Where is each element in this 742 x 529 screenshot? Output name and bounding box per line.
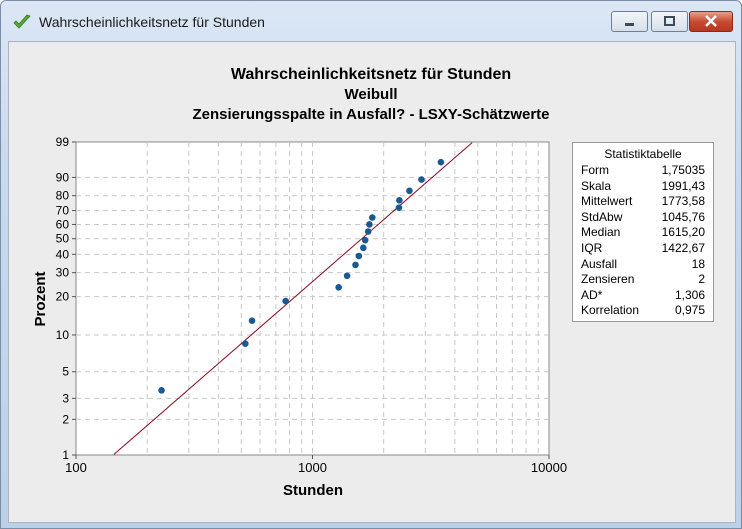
stat-label: Form [581, 163, 609, 177]
stat-value: 1422,67 [661, 240, 705, 255]
data-point [396, 197, 403, 204]
y-tick-label: 2 [62, 412, 69, 426]
graph-pane: Wahrscheinlichkeitsnetz für Stunden Weib… [8, 41, 736, 523]
x-tick-label: 10000 [531, 460, 567, 475]
data-point [282, 297, 289, 305]
y-tick-label: 99 [56, 135, 70, 149]
stat-label: Zensieren [581, 272, 635, 287]
application-window: Wahrscheinlichkeitsnetz für Stunden Wahr… [0, 0, 742, 529]
checkmark-icon [13, 14, 31, 29]
stat-label: Mittelwert [581, 194, 633, 209]
data-point [364, 228, 372, 235]
x-tick-label: 1000 [298, 460, 327, 475]
y-tick-label: 80 [56, 189, 70, 203]
stat-value: 1045,76 [661, 209, 705, 224]
stat-row: Skala 1991,43 [573, 179, 713, 195]
y-tick-label: 1 [62, 448, 69, 462]
data-point [418, 176, 425, 183]
x-axis-ticks: 100 1000 10000 [65, 455, 567, 475]
stat-value: 1,75035 [661, 163, 705, 177]
y-tick-label: 90 [56, 170, 70, 184]
stat-value: 18 [691, 256, 705, 271]
chart-subtitle: Weibull [344, 86, 397, 103]
stat-label: Median [581, 225, 621, 240]
data-point [437, 158, 445, 166]
y-tick-label: 20 [56, 290, 70, 304]
y-tick-label: 30 [56, 266, 70, 280]
statistics-rows: Form 1,75035 Skala 1991,43 Mittelwert 1773,58… [573, 163, 713, 319]
data-point [406, 187, 413, 195]
stat-value: 1,306 [674, 287, 705, 302]
stat-row: Ausfall 18 [573, 257, 713, 273]
y-tick-label: 70 [56, 204, 70, 218]
y-tick-label: 10 [56, 328, 70, 342]
maximize-button[interactable] [651, 11, 688, 32]
chart-subtitle-2: Zensierungsspalte in Ausfall? - LSXY-Sch… [192, 106, 549, 123]
data-point [343, 272, 351, 280]
data-point [158, 387, 165, 394]
data-point [395, 204, 403, 211]
stat-value: 1991,43 [661, 178, 705, 193]
window-title: Wahrscheinlichkeitsnetz für Stunden [39, 14, 265, 30]
close-icon [705, 15, 717, 27]
stat-label: Skala [581, 178, 612, 193]
stat-row: AD* 1,306 [573, 288, 713, 304]
stat-label: Korrelation [581, 303, 640, 318]
data-point [248, 317, 256, 325]
x-tick-label: 100 [65, 460, 87, 475]
close-button[interactable] [689, 11, 733, 32]
statistics-table: Statistiktabelle Form 1,75035 Skala 1991,43… [572, 142, 714, 322]
stat-label: AD* [581, 287, 603, 302]
maximize-icon [664, 16, 675, 26]
y-tick-label: 60 [56, 217, 70, 231]
stat-value: 0,975 [674, 303, 705, 318]
data-point [335, 283, 342, 291]
y-tick-label: 50 [56, 232, 70, 246]
data-point [242, 340, 249, 347]
x-axis-label: Stunden [283, 482, 343, 499]
stat-value: 2 [698, 272, 705, 287]
stat-row: IQR 1422,67 [573, 241, 713, 257]
stat-value: 1615,20 [661, 225, 705, 240]
stat-label: Ausfall [581, 256, 618, 271]
stat-value: 1773,58 [661, 194, 705, 209]
stat-row: Mittelwert 1773,58 [573, 194, 713, 210]
stat-row: Zensieren 2 [573, 272, 713, 288]
data-point [355, 252, 363, 260]
data-point [366, 221, 373, 228]
statistics-table-title: Statistiktabelle [604, 147, 682, 161]
stat-row: StdAbw 1045,76 [573, 210, 713, 226]
y-axis-label: Prozent [32, 271, 49, 326]
stat-row: Form 1,75035 [573, 163, 713, 179]
y-tick-label: 5 [62, 365, 69, 379]
title-bar[interactable]: Wahrscheinlichkeitsnetz für Stunden [1, 1, 741, 41]
chart-title: Wahrscheinlichkeitsnetz für Stunden [231, 66, 511, 83]
y-tick-label: 3 [62, 391, 69, 405]
y-axis-ticks: 1 2 3 5 10 20 30 4050607080 90 99 [56, 135, 76, 462]
stat-label: IQR [581, 240, 603, 255]
minimize-button[interactable] [611, 11, 648, 32]
data-point [361, 236, 369, 244]
stat-label: StdAbw [581, 209, 623, 224]
minimize-icon [625, 23, 634, 26]
data-point [352, 261, 359, 269]
data-point [368, 214, 376, 221]
stat-row: Median 1615,20 [573, 225, 713, 241]
y-tick-label: 40 [56, 247, 70, 261]
data-point [360, 244, 367, 252]
stat-row: Korrelation 0,975 [573, 303, 713, 319]
